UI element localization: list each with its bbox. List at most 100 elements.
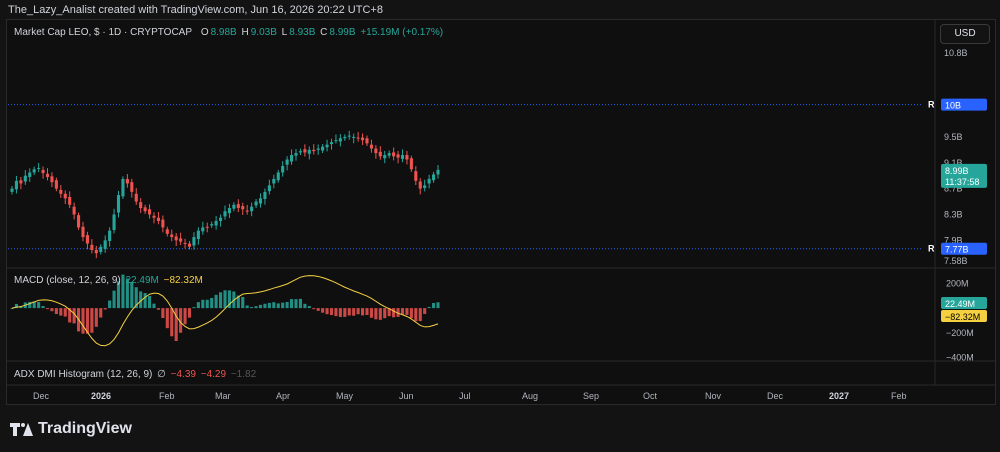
candle-body xyxy=(219,217,223,221)
candle-body xyxy=(316,148,320,150)
macd-histogram-bar xyxy=(174,308,178,342)
support-tag: R xyxy=(928,244,935,254)
price-legend: Market Cap LEO, $ · 1D · CRYPTOCAP O 8.98… xyxy=(14,27,445,38)
time-axis-tick: 2027 xyxy=(829,391,849,401)
candle-body xyxy=(19,180,23,184)
candle-body xyxy=(130,182,134,192)
time-axis-tick: Oct xyxy=(643,391,658,401)
candle-body xyxy=(192,237,196,246)
candle-body xyxy=(121,178,125,197)
macd-histogram-bar xyxy=(290,299,294,309)
macd-histogram-bar xyxy=(161,308,165,319)
macd-histogram-bar xyxy=(294,299,298,309)
candle-body xyxy=(179,238,183,242)
candle-body xyxy=(152,215,156,218)
macd-histogram-bar xyxy=(285,301,289,309)
candle-body xyxy=(72,206,76,215)
open-label: O xyxy=(200,27,209,38)
macd-histogram-bar xyxy=(329,308,334,316)
candle-body xyxy=(396,154,400,158)
price-axis-tick: 9.5B xyxy=(944,132,963,142)
candle-body xyxy=(125,178,129,184)
macd-histogram-bar xyxy=(59,308,63,316)
macd-histogram-bar xyxy=(112,290,116,309)
high-label: H xyxy=(241,27,249,38)
macd-histogram-bar xyxy=(250,307,254,309)
candle-body xyxy=(187,243,192,247)
macd-histogram-bar xyxy=(81,308,85,334)
adx-legend-v3: −1.82 xyxy=(230,369,257,380)
open-value: 8.98B xyxy=(210,27,237,38)
macd-histogram-bar xyxy=(219,292,223,309)
price-axis-tick: 7.58B xyxy=(944,256,968,266)
signal-value-badge-text: −82.32M xyxy=(945,312,980,322)
candle-body xyxy=(245,210,249,212)
macd-histogram-bar xyxy=(378,308,382,320)
candle-body xyxy=(23,175,27,182)
macd-histogram-bar xyxy=(374,308,378,320)
candle-body xyxy=(436,169,440,175)
macd-histogram-bar xyxy=(263,303,267,309)
low-label: L xyxy=(281,27,288,38)
macd-histogram-bar xyxy=(338,308,342,317)
close-value: 8.99B xyxy=(329,27,356,38)
candle-body xyxy=(369,144,373,149)
candle-body xyxy=(14,180,18,190)
macd-histogram-bar xyxy=(352,308,356,316)
macd-histogram-bar xyxy=(192,307,196,309)
macd-histogram-bar xyxy=(50,308,54,312)
candle-body xyxy=(81,226,85,238)
currency-button[interactable]: USD xyxy=(940,24,990,44)
candle-body xyxy=(227,208,231,214)
candle-body xyxy=(170,234,174,238)
candle-body xyxy=(329,142,334,145)
macd-histogram-bar xyxy=(214,294,218,309)
candle-body xyxy=(281,166,285,173)
candle-body xyxy=(41,169,45,174)
macd-value-badge-text: 22.49M xyxy=(945,299,975,309)
candle-body xyxy=(378,151,382,157)
time-axis-tick: Mar xyxy=(215,391,231,401)
macd-histogram-bar xyxy=(432,302,436,309)
candle-body xyxy=(214,220,218,226)
candle-body xyxy=(321,146,325,151)
change-value: +15.19M (+0.17%) xyxy=(360,27,444,38)
macd-histogram-bar xyxy=(272,302,276,309)
tradingview-logo[interactable]: TradingView xyxy=(10,420,132,438)
macd-axis-tick: 200M xyxy=(946,278,969,288)
last-price-badge-text: 8.99B xyxy=(945,166,969,176)
candle-body xyxy=(303,149,307,153)
time-axis-tick: Dec xyxy=(767,391,784,401)
macd-histogram-bar xyxy=(196,302,200,309)
macd-histogram-bar xyxy=(267,302,271,309)
chart-canvas[interactable]: 10.8B9.5B9.1B8.7B8.3B7.9B7.58B200M−200M−… xyxy=(0,0,1000,452)
candle-body xyxy=(298,151,302,153)
candle-body xyxy=(307,149,311,154)
time-axis-tick: Aug xyxy=(522,391,538,401)
macd-histogram-bar xyxy=(307,306,311,309)
macd-axis-tick: −400M xyxy=(946,353,974,363)
candle-body xyxy=(418,181,422,189)
candle-body xyxy=(405,155,409,160)
macd-histogram-bar xyxy=(427,306,431,309)
candle-body xyxy=(59,189,63,194)
candle-body xyxy=(134,193,138,202)
candle-body xyxy=(267,185,271,192)
candle-body xyxy=(94,250,98,254)
candle-body xyxy=(241,206,245,210)
time-axis-tick: 2026 xyxy=(91,391,111,401)
candle-body xyxy=(432,174,436,181)
adx-legend-v1: −4.39 xyxy=(170,369,196,380)
macd-histogram-bar xyxy=(258,304,263,309)
candle-body xyxy=(50,176,54,183)
candle-body xyxy=(343,136,347,139)
macd-histogram-bar xyxy=(165,308,169,329)
candle-body xyxy=(148,209,152,215)
adx-legend: ADX DMI Histogram (12, 26, 9) ∅ −4.39 −4… xyxy=(14,369,258,380)
price-axis-tick: 8.3B xyxy=(944,209,963,219)
macd-histogram-bar xyxy=(54,308,58,315)
macd-histogram-bar xyxy=(205,299,209,309)
low-value: 8.93B xyxy=(289,27,316,38)
candle-body xyxy=(312,149,316,152)
macd-histogram-bar xyxy=(41,306,45,309)
